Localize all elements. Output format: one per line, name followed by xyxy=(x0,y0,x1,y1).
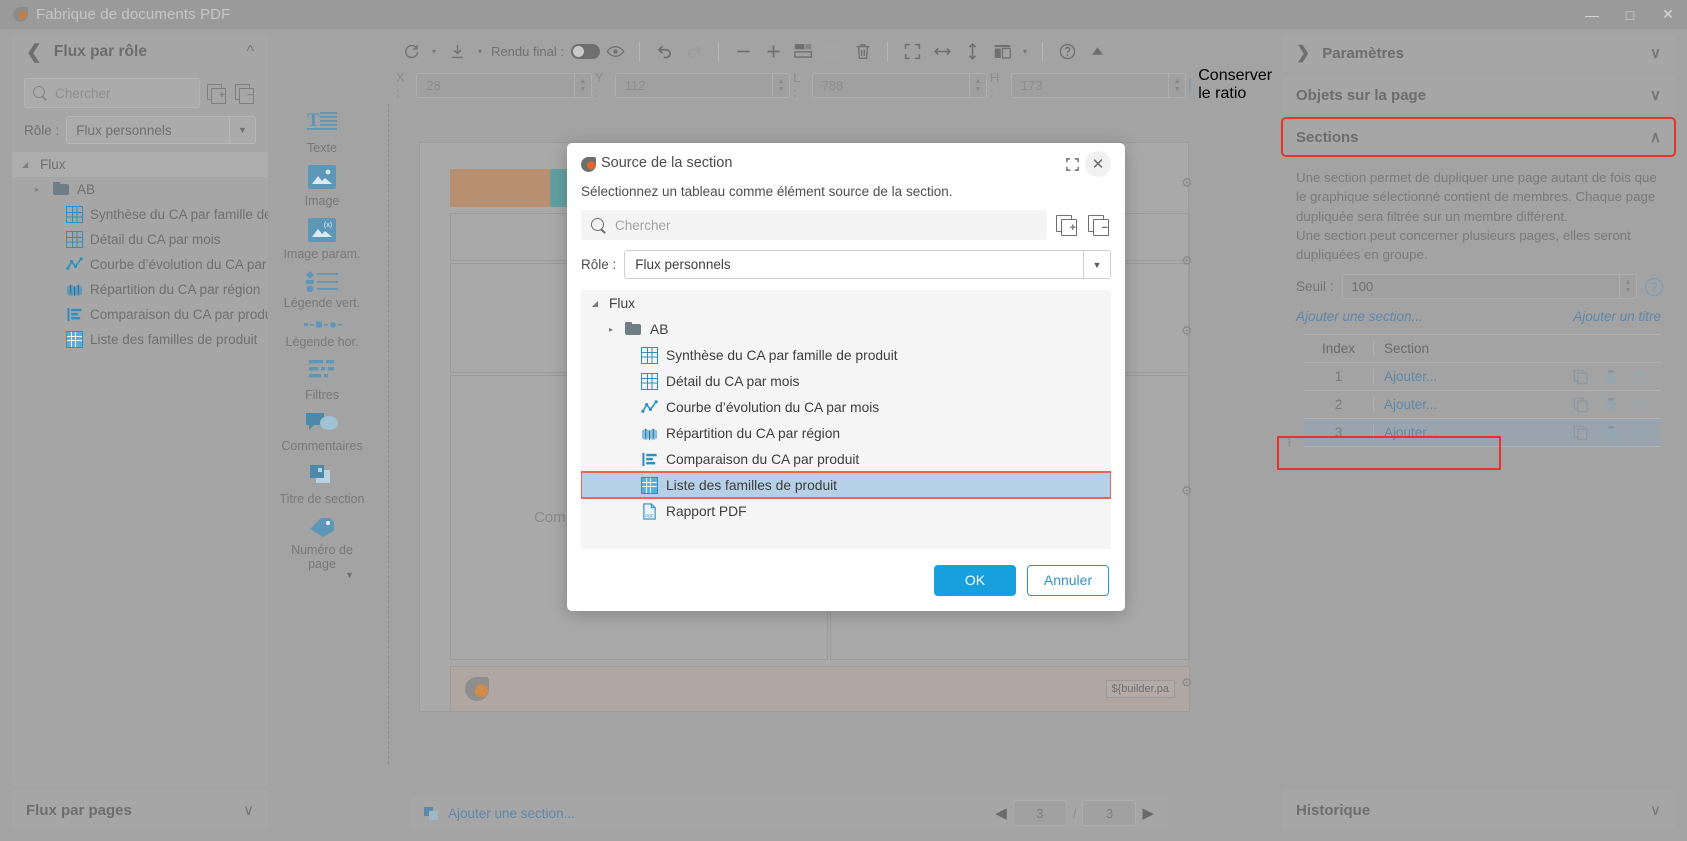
dialog-tree-item[interactable]: Détail du CA par mois xyxy=(581,368,1111,394)
dialog-tree-item-label: Répartition du CA par région xyxy=(666,425,841,441)
source-section-dialog: Source de la section ✕ Sélectionnez un t… xyxy=(567,143,1125,611)
dialog-tree-item-label: Synthèse du CA par famille de produit xyxy=(666,347,898,363)
dialog-tree-item[interactable]: Synthèse du CA par famille de produit xyxy=(581,342,1111,368)
dialog-role-value: Flux personnels xyxy=(635,257,731,272)
dialog-tree-item-label: Flux xyxy=(609,295,636,311)
grid-icon xyxy=(641,346,658,364)
dialog-tree-item[interactable]: Liste des familles de produit xyxy=(581,471,1111,499)
dialog-tree-item[interactable]: ▸ AB xyxy=(581,316,1111,342)
dialog-tree-item-label: Détail du CA par mois xyxy=(666,373,800,389)
grid-filled-icon xyxy=(641,476,658,494)
dialog-logo-icon xyxy=(581,157,596,172)
dialog-source-tree[interactable]: ◢ Flux ▸ AB Synthèse du CA par famille de pr… xyxy=(581,290,1111,549)
dialog-role-row: Rôle : Flux personnels ▼ xyxy=(581,250,1111,279)
search-icon xyxy=(591,217,606,233)
dialog-footer: OK Annuler xyxy=(567,549,1125,611)
tree-twisty-icon[interactable]: ◢ xyxy=(589,299,601,308)
collapse-all-icon[interactable]: − xyxy=(1087,213,1111,237)
map-icon xyxy=(641,425,658,442)
application-window: Fabrique de documents PDF — □ ✕ ❮ Flux p… xyxy=(0,0,1687,841)
maximize-icon[interactable] xyxy=(1059,151,1085,177)
folder-icon xyxy=(625,321,642,338)
dialog-subtitle: Sélectionnez un tableau comme élément so… xyxy=(581,184,953,199)
line-chart-icon xyxy=(641,399,658,416)
dialog-role-select[interactable]: Flux personnels ▼ xyxy=(624,250,1111,279)
dialog-tree-item[interactable]: Courbe d’évolution du CA par mois xyxy=(581,394,1111,420)
expand-all-icon[interactable]: + xyxy=(1055,213,1079,237)
dialog-tree-item[interactable]: PDF Rapport PDF xyxy=(581,498,1111,524)
dialog-role-label: Rôle : xyxy=(581,257,617,272)
dialog-tree-item[interactable]: ◢ Flux xyxy=(581,290,1111,316)
chevron-down-icon[interactable]: ▼ xyxy=(1083,251,1110,278)
dialog-tree-item-label: AB xyxy=(650,321,669,337)
dialog-tree-item-label: Liste des familles de produit xyxy=(666,477,838,493)
dialog-search-placeholder: Chercher xyxy=(615,217,671,233)
dialog-header: Source de la section ✕ xyxy=(567,143,1125,177)
close-icon[interactable]: ✕ xyxy=(1085,151,1111,177)
ok-button[interactable]: OK xyxy=(934,564,1016,596)
grid-icon xyxy=(641,372,658,390)
pdf-icon: PDF xyxy=(641,502,658,520)
svg-text:PDF: PDF xyxy=(645,513,654,518)
dialog-tree-item-label: Rapport PDF xyxy=(666,503,747,519)
dialog-title: Source de la section xyxy=(601,155,733,171)
dialog-tree-item-label: Courbe d’évolution du CA par mois xyxy=(666,399,880,415)
dialog-tree-item-label: Comparaison du CA par produit xyxy=(666,451,860,467)
dialog-tree-item[interactable]: Répartition du CA par région xyxy=(581,420,1111,446)
tree-twisty-icon[interactable]: ▸ xyxy=(605,325,617,334)
dialog-tree-item[interactable]: Comparaison du CA par produit xyxy=(581,446,1111,472)
cancel-button[interactable]: Annuler xyxy=(1027,564,1109,596)
bar-chart-icon xyxy=(641,451,658,468)
dialog-search-row: Chercher + − xyxy=(581,210,1111,240)
dialog-search-input[interactable]: Chercher xyxy=(581,210,1047,240)
